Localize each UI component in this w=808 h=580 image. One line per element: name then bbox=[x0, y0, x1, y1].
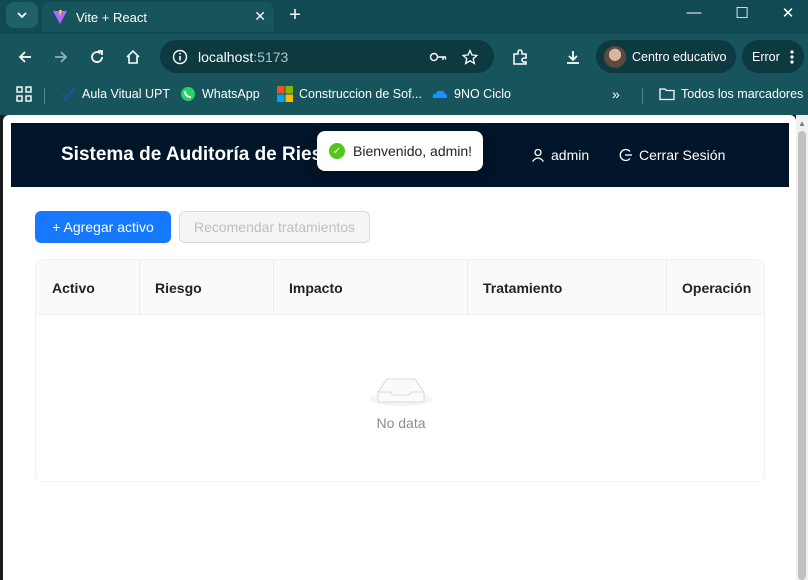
onedrive-icon bbox=[432, 90, 448, 98]
key-icon[interactable] bbox=[428, 47, 448, 67]
page-scrollbar[interactable]: ▲ bbox=[796, 115, 808, 580]
browser-toolbar: localhost:5173 Centro educativo Error bbox=[0, 34, 808, 80]
recommend-treatments-button: Recomendar tratamientos bbox=[179, 211, 370, 243]
username-label: admin bbox=[551, 147, 590, 163]
browser-chrome: Vite + React ✕ + — ☐ ✕ localhost:5173 C… bbox=[0, 0, 808, 115]
close-window-icon[interactable]: ✕ bbox=[776, 4, 800, 22]
home-icon[interactable] bbox=[120, 44, 146, 70]
assets-table: Activo Riesgo Impacto Tratamiento Operac… bbox=[35, 259, 765, 482]
column-header-impacto[interactable]: Impacto bbox=[273, 260, 467, 315]
back-icon[interactable] bbox=[12, 44, 38, 70]
chevron-down-icon bbox=[17, 12, 27, 19]
site-info-icon[interactable] bbox=[172, 49, 188, 65]
logout-button[interactable]: Cerrar Sesión bbox=[619, 147, 725, 163]
scroll-thumb[interactable] bbox=[798, 131, 806, 580]
all-bookmarks-label: Todos los marcadores bbox=[681, 87, 804, 101]
empty-label: No data bbox=[376, 414, 426, 431]
bookmark-9no-ciclo[interactable]: 9NO Ciclo bbox=[432, 86, 511, 102]
bookmark-divider bbox=[44, 88, 45, 104]
bookmark-label: Construccion de Sof... bbox=[299, 87, 422, 101]
page-title: Sistema de Auditoría de Ries bbox=[61, 144, 323, 165]
profile-name: Centro educativo bbox=[632, 49, 727, 64]
empty-state: No data bbox=[36, 315, 764, 481]
welcome-toast: ✓ Bienvenido, admin! bbox=[317, 131, 483, 171]
tab-strip: Vite + React ✕ + — ☐ ✕ bbox=[0, 0, 808, 34]
column-header-activo[interactable]: Activo bbox=[36, 260, 139, 315]
bookmarks-bar: Aula Vitual UPT WhatsApp Construccion de… bbox=[0, 80, 808, 108]
page-viewport: Sistema de Auditoría de Ries admin Cerra… bbox=[3, 115, 796, 580]
extensions-icon[interactable] bbox=[507, 44, 533, 70]
upt-icon bbox=[61, 87, 75, 102]
browser-tab[interactable]: Vite + React ✕ bbox=[42, 2, 274, 32]
tab-search-button[interactable] bbox=[6, 2, 38, 28]
star-icon[interactable] bbox=[460, 47, 480, 67]
folder-icon bbox=[659, 88, 675, 101]
logout-label: Cerrar Sesión bbox=[639, 147, 726, 163]
toast-message: Bienvenido, admin! bbox=[353, 143, 473, 159]
error-label: Error bbox=[752, 49, 780, 64]
table-header: Activo Riesgo Impacto Tratamiento Operac… bbox=[36, 260, 764, 315]
whatsapp-icon bbox=[181, 87, 195, 101]
new-tab-button[interactable]: + bbox=[284, 4, 306, 27]
check-circle-icon: ✓ bbox=[329, 143, 345, 159]
vite-icon bbox=[53, 10, 67, 24]
logout-icon bbox=[619, 148, 632, 162]
apps-icon[interactable] bbox=[16, 86, 32, 102]
maximize-icon[interactable]: ☐ bbox=[730, 4, 754, 22]
minimize-icon[interactable]: — bbox=[682, 4, 706, 21]
microsoft-icon bbox=[277, 86, 293, 102]
reload-icon[interactable] bbox=[84, 44, 110, 70]
avatar bbox=[604, 45, 626, 68]
column-header-tratamiento[interactable]: Tratamiento bbox=[467, 260, 666, 315]
empty-inbox-icon bbox=[369, 378, 433, 406]
bookmark-label: 9NO Ciclo bbox=[454, 87, 511, 101]
bookmark-whatsapp[interactable]: WhatsApp bbox=[180, 86, 260, 102]
download-icon[interactable] bbox=[560, 44, 586, 70]
column-header-operacion[interactable]: Operación bbox=[666, 260, 764, 315]
forward-icon[interactable] bbox=[48, 44, 74, 70]
url-host: localhost bbox=[198, 48, 254, 65]
close-tab-icon[interactable]: ✕ bbox=[254, 8, 266, 25]
add-asset-button[interactable]: + Agregar activo bbox=[35, 211, 171, 243]
profile-button[interactable]: Centro educativo bbox=[596, 40, 736, 73]
more-menu-icon bbox=[790, 49, 794, 64]
tab-title: Vite + React bbox=[76, 9, 147, 25]
column-header-riesgo[interactable]: Riesgo bbox=[139, 260, 273, 315]
all-bookmarks-folder[interactable]: Todos los marcadores bbox=[659, 86, 803, 102]
scroll-up-icon[interactable]: ▲ bbox=[798, 119, 806, 128]
bookmark-label: WhatsApp bbox=[202, 87, 260, 101]
bookmark-construccion[interactable]: Construccion de Sof... bbox=[277, 86, 422, 102]
bookmark-label: Aula Vitual UPT bbox=[82, 87, 171, 101]
user-menu[interactable]: admin bbox=[531, 147, 589, 163]
user-icon bbox=[531, 148, 545, 162]
address-bar[interactable]: localhost:5173 bbox=[160, 40, 494, 73]
more-bookmarks-icon[interactable]: » bbox=[612, 86, 620, 102]
bookmark-divider bbox=[642, 88, 643, 104]
url-port: :5173 bbox=[253, 48, 289, 65]
error-button[interactable]: Error bbox=[742, 40, 804, 73]
bookmark-aula-virtual[interactable]: Aula Vitual UPT bbox=[60, 86, 170, 102]
